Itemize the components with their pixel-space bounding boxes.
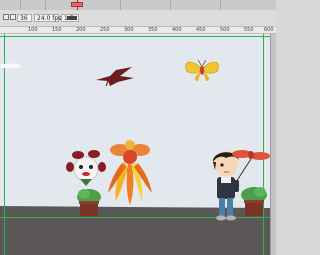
- ruler-label: 500: [220, 27, 230, 33]
- cloud-shape: [0, 63, 21, 69]
- eagle-kite[interactable]: [94, 66, 136, 88]
- ruler-label: 600: [264, 27, 274, 33]
- ruler-label: 200: [76, 27, 86, 33]
- plant-pot-left: [77, 189, 101, 216]
- ruler-label: 450: [196, 27, 206, 33]
- ruler-label: 550: [244, 27, 254, 33]
- ruler-label: 250: [100, 27, 110, 33]
- edit-multiple-frames-icon[interactable]: [10, 14, 16, 20]
- frame-tick: [170, 0, 171, 10]
- guide-line: [0, 36, 270, 37]
- frame-tick: [220, 0, 221, 10]
- timeline-status-bar: 36 24.0 fps 1.5s: [0, 10, 276, 27]
- dragonfly-kite[interactable]: [230, 146, 270, 186]
- butterfly-kite[interactable]: [182, 59, 222, 83]
- vertical-scrollbar[interactable]: [270, 34, 276, 255]
- timeline-scroll-thumb[interactable]: [67, 16, 77, 20]
- frame-tick: [120, 0, 121, 10]
- frame-tick: [45, 0, 46, 10]
- horizontal-ruler: 100 150 200 250 300 350 400 450 500 550 …: [0, 27, 276, 34]
- ruler-label: 300: [124, 27, 134, 33]
- ruler-label: 350: [148, 27, 158, 33]
- frame-rate-field[interactable]: 24.0 fps: [34, 14, 61, 22]
- timeline-strip[interactable]: [0, 0, 276, 10]
- onion-skin-icon[interactable]: [3, 14, 9, 20]
- ruler-label: 150: [52, 27, 62, 33]
- phoenix-kite[interactable]: [104, 135, 156, 207]
- current-frame-field[interactable]: 36: [17, 14, 32, 22]
- ruler-label: 100: [28, 27, 38, 33]
- frame-tick: [20, 0, 21, 10]
- guide-line: [263, 34, 264, 255]
- ruler-label: 400: [172, 27, 182, 33]
- playhead-handle[interactable]: [71, 2, 83, 7]
- stage-canvas[interactable]: [0, 34, 270, 255]
